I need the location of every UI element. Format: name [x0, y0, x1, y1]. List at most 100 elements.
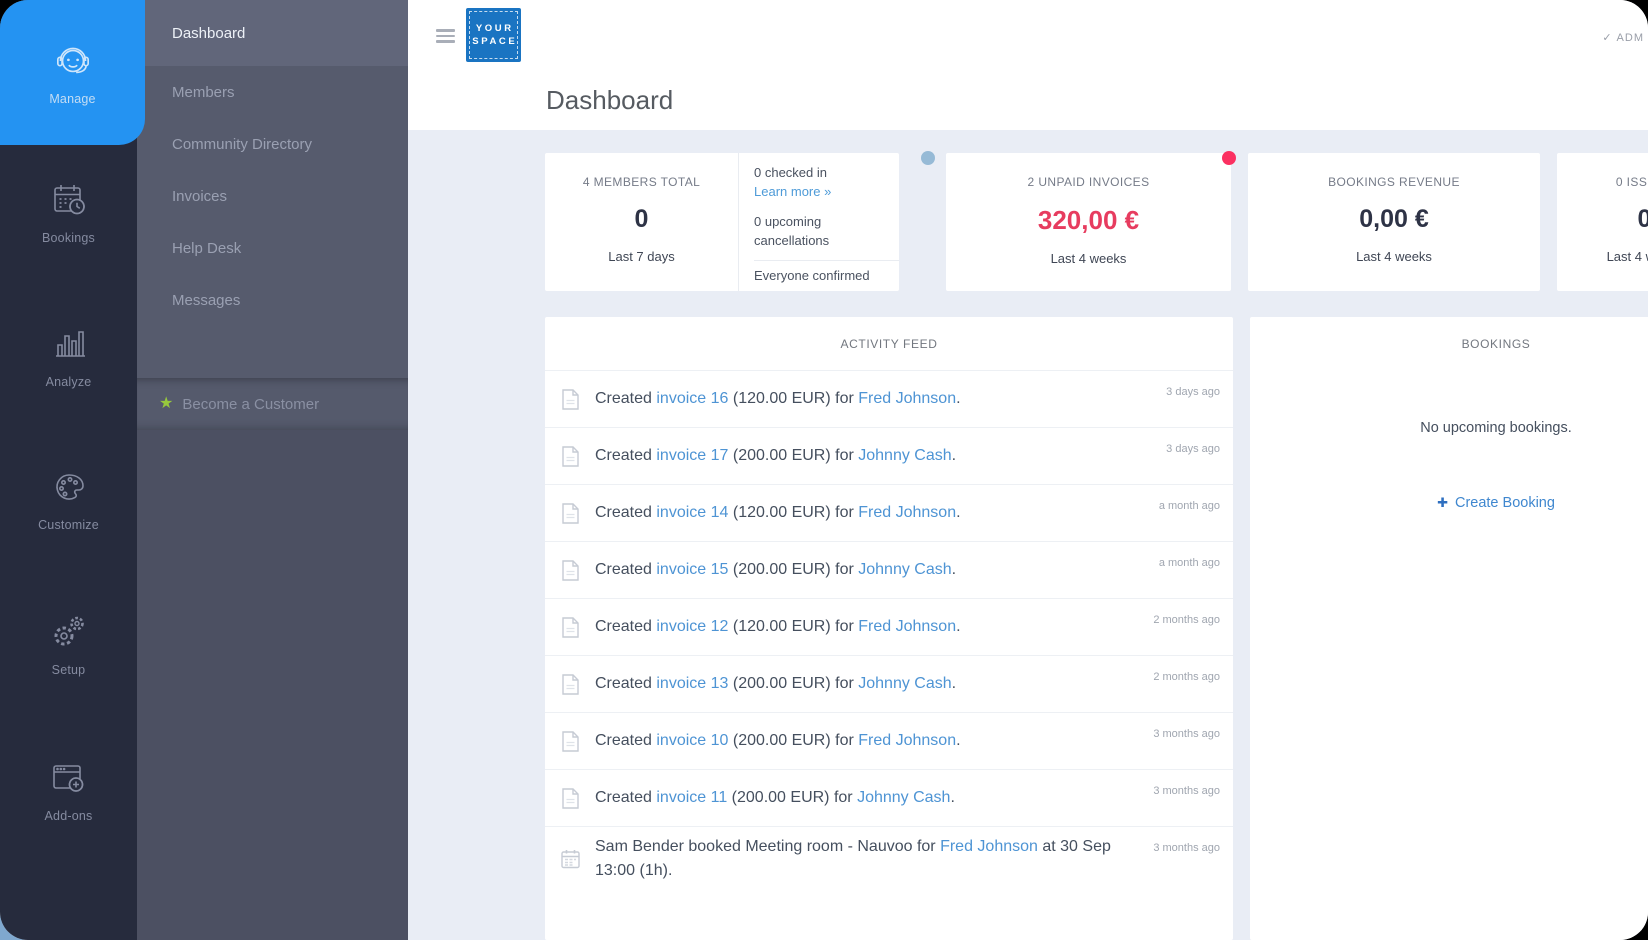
bookings-revenue-stat: BOOKINGS REVENUE 0,00 € Last 4 weeks [1248, 153, 1540, 264]
bar-chart-icon [47, 322, 91, 366]
document-icon [558, 617, 582, 638]
rail-item-label: Manage [49, 92, 95, 106]
activity-text-segment: Created [595, 789, 656, 806]
rail-item-setup[interactable]: Setup [0, 610, 137, 677]
stat-value: 0 [1638, 205, 1648, 234]
activity-link[interactable]: invoice 11 [656, 789, 727, 806]
stat-subtitle: Last 7 days [608, 249, 675, 264]
activity-row-timestamp: 3 months ago [1153, 728, 1220, 740]
check-icon: ✓ [1602, 31, 1612, 44]
app-window: Dashboard Members Community Directory In… [0, 0, 1648, 940]
divider [754, 260, 899, 261]
rail-item-manage[interactable]: Manage [0, 0, 145, 145]
stat-value: 320,00 € [1038, 205, 1139, 236]
activity-link[interactable]: Fred Johnson [858, 732, 956, 749]
issues-card: 0 ISSUES 0 Last 4 weeks [1557, 153, 1648, 291]
palette-icon [47, 465, 91, 509]
become-a-customer-link[interactable]: ★ Become a Customer [137, 378, 408, 430]
activity-link[interactable]: Johnny Cash [857, 789, 950, 806]
calendar-clock-icon [47, 178, 91, 222]
document-icon [558, 446, 582, 467]
activity-row-text: Created invoice 15 (200.00 EUR) for John… [595, 550, 1159, 590]
activity-link[interactable]: Fred Johnson [858, 504, 956, 521]
rail-item-bookings[interactable]: Bookings [0, 178, 137, 245]
hamburger-menu-icon[interactable] [436, 29, 455, 46]
secondary-sidebar: Dashboard Members Community Directory In… [137, 0, 408, 940]
activity-text-segment: Created [595, 447, 656, 464]
rail-item-analyze[interactable]: Analyze [0, 322, 137, 389]
activity-text-segment: (200.00 EUR) for [728, 561, 858, 578]
stat-title: 0 ISSUES [1616, 175, 1648, 189]
activity-link[interactable]: Fred Johnson [858, 390, 956, 407]
activity-text-segment: Created [595, 504, 656, 521]
red-alert-dot [1222, 151, 1236, 165]
gears-icon [47, 610, 91, 654]
create-booking-button[interactable]: ✚ Create Booking [1250, 495, 1648, 511]
document-icon [558, 788, 582, 809]
activity-row-text: Sam Bender booked Meeting room - Nauvoo … [595, 827, 1153, 891]
activity-text-segment: (200.00 EUR) for [728, 447, 858, 464]
sidebar-item-invoices[interactable]: Invoices [137, 170, 408, 222]
activity-row-text: Created invoice 12 (120.00 EUR) for Fred… [595, 607, 1153, 647]
activity-link[interactable]: invoice 12 [656, 618, 728, 635]
stat-value: 0,00 € [1359, 205, 1429, 234]
activity-row-timestamp: 2 months ago [1153, 614, 1220, 626]
rail-item-label: Bookings [42, 231, 95, 245]
document-icon [558, 674, 582, 695]
admin-label: ADM [1617, 32, 1644, 44]
checkin-summary: 0 checked in Learn more » 0 upcoming can… [738, 153, 899, 291]
unpaid-invoices-stat: 2 UNPAID INVOICES 320,00 € Last 4 weeks [946, 153, 1231, 266]
activity-feed-panel: ACTIVITY FEED Created invoice 16 (120.00… [545, 317, 1233, 940]
activity-link[interactable]: Fred Johnson [940, 838, 1038, 855]
activity-text-segment: (120.00 EUR) for [728, 390, 858, 407]
stat-title: 2 UNPAID INVOICES [1028, 175, 1150, 189]
activity-link[interactable]: Johnny Cash [858, 561, 951, 578]
activity-feed-title: ACTIVITY FEED [545, 317, 1233, 370]
bookings-panel: BOOKINGS No upcoming bookings. ✚ Create … [1250, 317, 1648, 940]
activity-link[interactable]: Fred Johnson [858, 618, 956, 635]
icon-rail: Manage Bookings [0, 0, 137, 940]
bookings-revenue-card: BOOKINGS REVENUE 0,00 € Last 4 weeks [1248, 153, 1540, 291]
window-plus-icon [47, 756, 91, 800]
rail-item-label: Setup [52, 663, 86, 677]
activity-link[interactable]: Johnny Cash [858, 675, 951, 692]
plus-icon: ✚ [1437, 495, 1448, 511]
rail-item-customize[interactable]: Customize [0, 465, 137, 532]
cancellations-text: 0 upcoming cancellations [754, 212, 879, 250]
sidebar-item-community-directory[interactable]: Community Directory [137, 118, 408, 170]
page-title: Dashboard [546, 85, 673, 116]
activity-text-segment: . [956, 390, 960, 407]
sidebar-item-label: Messages [172, 292, 240, 309]
activity-text-segment: Created [595, 390, 656, 407]
unpaid-invoices-card: 2 UNPAID INVOICES 320,00 € Last 4 weeks [946, 153, 1231, 291]
activity-row: Created invoice 14 (120.00 EUR) for Fred… [545, 484, 1233, 541]
bookings-panel-title: BOOKINGS [1250, 317, 1648, 370]
activity-row-text: Created invoice 10 (200.00 EUR) for Fred… [595, 721, 1153, 761]
activity-link[interactable]: invoice 10 [656, 732, 728, 749]
activity-row: Created invoice 17 (200.00 EUR) for John… [545, 427, 1233, 484]
activity-row: Created invoice 13 (200.00 EUR) for John… [545, 655, 1233, 712]
sidebar-item-dashboard[interactable]: Dashboard [137, 0, 408, 66]
sidebar-item-messages[interactable]: Messages [137, 274, 408, 326]
activity-link[interactable]: invoice 16 [656, 390, 728, 407]
activity-link[interactable]: invoice 13 [656, 675, 728, 692]
activity-text-segment: (200.00 EUR) for [727, 789, 857, 806]
yourspace-logo[interactable]: YOUR SPACE [466, 8, 521, 62]
rail-item-add-ons[interactable]: Add-ons [0, 756, 137, 823]
sidebar-item-members[interactable]: Members [137, 66, 408, 118]
activity-row: Created invoice 11 (200.00 EUR) for John… [545, 769, 1233, 826]
become-a-customer-label: Become a Customer [182, 396, 319, 413]
activity-text-segment: Sam Bender booked Meeting room - Nauvoo … [595, 838, 940, 855]
activity-row-timestamp: 2 months ago [1153, 671, 1220, 683]
activity-link[interactable]: Johnny Cash [858, 447, 951, 464]
activity-link[interactable]: invoice 15 [656, 561, 728, 578]
admin-menu[interactable]: ✓ ADM [1602, 31, 1644, 44]
stat-title: 4 MEMBERS TOTAL [583, 175, 700, 189]
activity-link[interactable]: invoice 17 [656, 447, 728, 464]
stat-subtitle: Last 4 weeks [1607, 249, 1648, 264]
learn-more-link[interactable]: Learn more » [754, 184, 899, 199]
activity-text-segment: . [952, 561, 956, 578]
activity-row: Created invoice 16 (120.00 EUR) for Fred… [545, 370, 1233, 427]
activity-link[interactable]: invoice 14 [656, 504, 728, 521]
sidebar-item-help-desk[interactable]: Help Desk [137, 222, 408, 274]
